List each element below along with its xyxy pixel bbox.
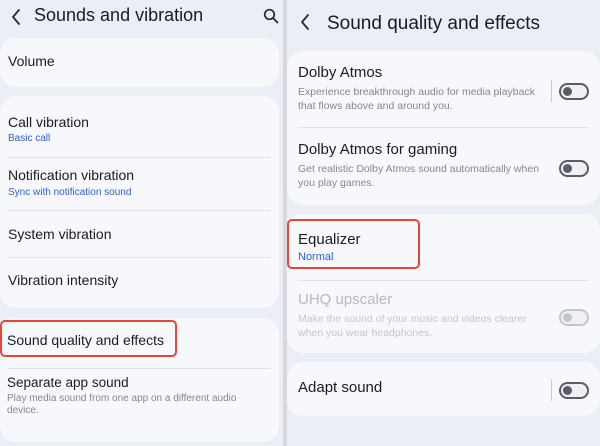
header: Sounds and vibration (0, 0, 283, 38)
page-title: Sounds and vibration (34, 5, 204, 25)
list-item-description: Get realistic Dolby Atmos sound automati… (298, 163, 540, 189)
list-item-equalizer[interactable]: Equalizer Normal (287, 214, 600, 274)
toggle-knob (563, 164, 572, 173)
list-item-uhq-upscaler: UHQ upscaler Make the sound of your musi… (287, 281, 600, 353)
list-item-label: Sound quality and effects (7, 332, 164, 348)
sounds-and-vibration-screen: Sounds and vibration Volume Call vibrati… (0, 0, 283, 446)
chevron-left-icon[interactable] (8, 6, 26, 28)
list-item-description: Experience breakthrough audio for media … (298, 86, 535, 112)
list-item-notification-vibration[interactable]: Notification vibration Sync with notific… (0, 158, 279, 210)
toggle-knob (563, 313, 572, 322)
adapt-sound-card: Adapt sound (287, 362, 600, 416)
list-item-adapt-sound[interactable]: Adapt sound (287, 362, 600, 416)
toggle-knob (563, 87, 572, 96)
page-title: Sound quality and effects (327, 13, 541, 34)
divider (551, 80, 552, 102)
list-item-vibration-intensity[interactable]: Vibration intensity (0, 258, 279, 306)
list-item-system-vibration[interactable]: System vibration (0, 211, 279, 257)
volume-card: Volume (0, 38, 279, 87)
list-item-dolby-atmos[interactable]: Dolby Atmos Experience breakthrough audi… (287, 51, 600, 127)
list-item-label: Call vibration (8, 114, 89, 130)
vibration-card: Call vibration Basic call Notification v… (0, 96, 279, 308)
dolby-atmos-gaming-toggle[interactable] (559, 160, 589, 177)
list-item-separate-app-sound[interactable]: Separate app sound Play media sound from… (0, 370, 279, 442)
header: Sound quality and effects (287, 0, 600, 46)
list-item-label: Dolby Atmos (298, 64, 383, 81)
uhq-upscaler-toggle (559, 309, 589, 326)
chevron-left-icon[interactable] (297, 11, 315, 33)
list-item-label: Separate app sound (7, 375, 129, 390)
list-item-label: UHQ upscaler (298, 291, 393, 308)
toggle-knob (563, 386, 572, 395)
list-item-sound-quality-and-effects[interactable]: Sound quality and effects (0, 318, 279, 363)
list-item-label: System vibration (8, 226, 112, 242)
list-item-dolby-atmos-gaming[interactable]: Dolby Atmos for gaming Get realistic Dol… (287, 128, 600, 204)
list-item-label: Dolby Atmos for gaming (298, 141, 458, 158)
list-item-value: Normal (298, 251, 334, 263)
search-icon[interactable] (263, 8, 279, 24)
divider (551, 379, 552, 401)
adapt-sound-toggle[interactable] (559, 382, 589, 399)
list-item-description: Make the sound of your music and videos … (298, 313, 527, 339)
list-item-label: Equalizer (298, 231, 361, 248)
dolby-card: Dolby Atmos Experience breakthrough audi… (287, 51, 600, 205)
equalizer-card: Equalizer Normal UHQ upscaler Make the s… (287, 214, 600, 353)
dolby-atmos-toggle[interactable] (559, 83, 589, 100)
list-item-label: Vibration intensity (8, 272, 119, 288)
divider (8, 368, 271, 369)
sound-quality-and-effects-screen: Sound quality and effects Dolby Atmos Ex… (287, 0, 600, 446)
list-item-label: Adapt sound (298, 379, 383, 396)
list-item-label: Volume (8, 53, 55, 69)
list-item-description: Play media sound from one app on a diffe… (7, 393, 237, 416)
list-item-volume[interactable]: Volume (0, 38, 279, 87)
list-item-value: Sync with notification sound (8, 187, 132, 198)
list-item-label: Notification vibration (8, 167, 135, 183)
sound-card: Sound quality and effects Separate app s… (0, 318, 279, 442)
list-item-value: Basic call (8, 133, 51, 144)
list-item-call-vibration[interactable]: Call vibration Basic call (0, 96, 279, 152)
